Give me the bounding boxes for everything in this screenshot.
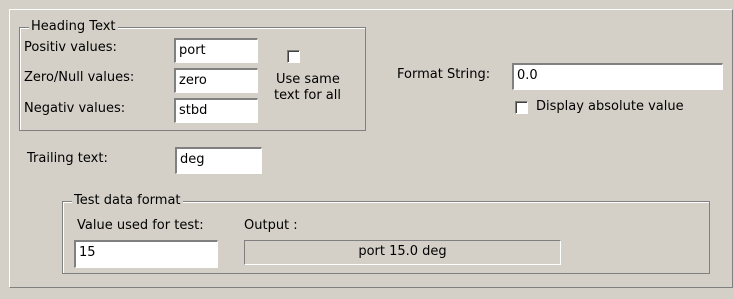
output-label: Output : [244, 218, 298, 233]
same-text-checkbox[interactable] [287, 50, 300, 63]
absolute-value-checkbox[interactable] [515, 101, 528, 114]
heading-text-legend: Heading Text [29, 19, 118, 34]
test-data-legend: Test data format [72, 193, 183, 208]
test-output-display: port 15.0 deg [244, 240, 561, 265]
same-text-label-line1: Use same [276, 72, 340, 87]
positive-values-label: Positiv values: [24, 40, 117, 55]
negative-values-label: Negativ values: [24, 101, 126, 116]
format-string-label: Format String: [397, 67, 491, 82]
test-value-input[interactable]: 15 [74, 240, 218, 268]
absolute-value-label: Display absolute value [536, 99, 684, 114]
test-value-label: Value used for test: [77, 218, 204, 233]
negative-values-input[interactable]: stbd [174, 98, 258, 123]
same-text-label-line2: text for all [274, 88, 341, 103]
zero-values-input[interactable]: zero [174, 68, 258, 93]
format-string-input[interactable]: 0.0 [512, 63, 723, 90]
zero-values-label: Zero/Null values: [24, 70, 135, 85]
positive-values-input[interactable]: port [174, 38, 258, 63]
trailing-text-label: Trailing text: [27, 151, 108, 166]
trailing-text-input[interactable]: deg [175, 147, 262, 174]
